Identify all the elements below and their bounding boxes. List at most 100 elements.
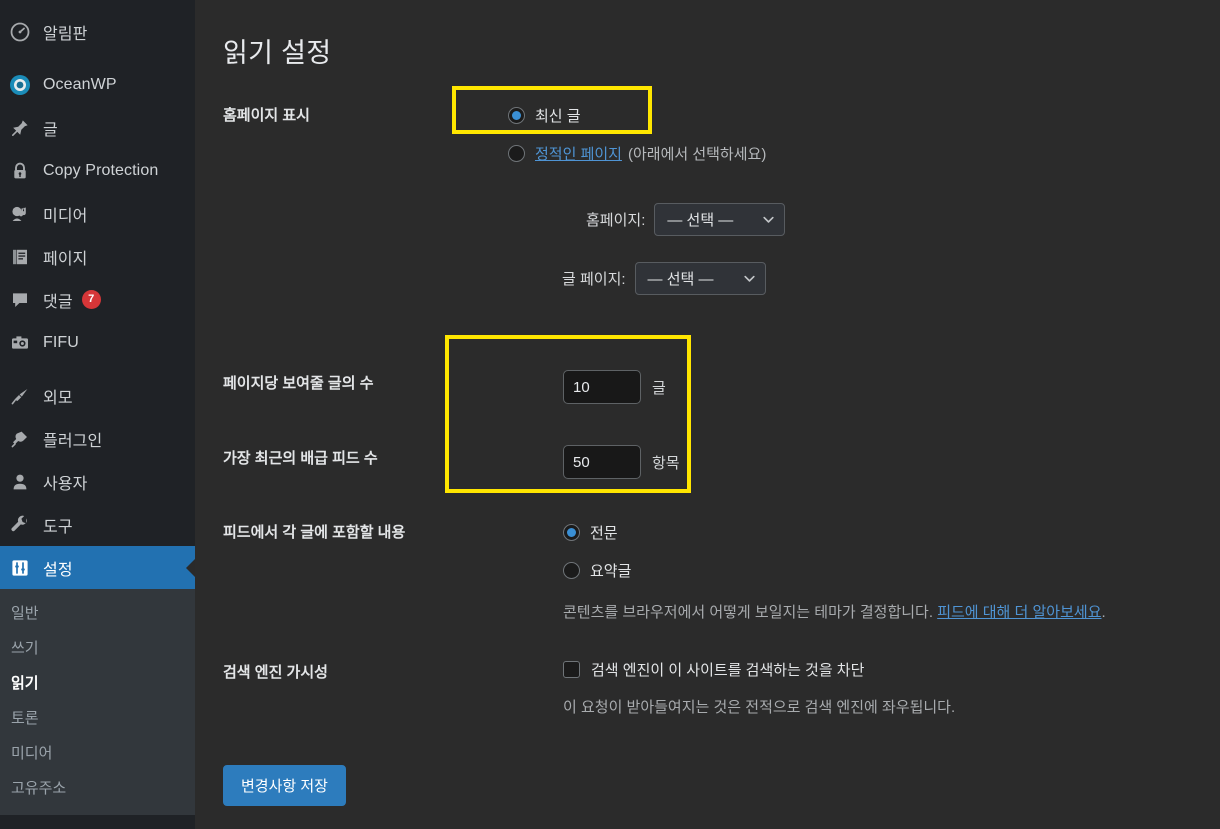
radio-excerpt-label: 요약글 — [590, 562, 632, 580]
discourage-search-label: 검색 엔진이 이 사이트를 검색하는 것을 차단 — [591, 662, 865, 679]
search-visibility-help: 이 요청이 받아들여지는 것은 전적으로 검색 엔진에 좌우됩니다. — [563, 699, 956, 716]
feed-learn-more-link[interactable]: 피드에 대해 더 알아보세요 — [937, 604, 1101, 621]
sidebar-item-label: 알림판 — [43, 25, 88, 43]
radio-full-text[interactable]: 전문 — [563, 519, 1220, 545]
sidebar-item-users[interactable]: 사용자 — [0, 460, 195, 503]
homepage-select-wrap: 홈페이지: — 선택 — — [508, 203, 1220, 236]
static-page-link[interactable]: 정적인 페이지 — [535, 143, 622, 164]
submenu-item-label: 고유주소 — [11, 780, 67, 797]
sidebar-item-media[interactable]: 미디어 — [0, 192, 195, 235]
feed-content-help-period: . — [1101, 604, 1106, 621]
sidebar-item-label: 미디어 — [43, 207, 88, 225]
posts-page-select-body: 글 페이지: — 선택 — — [508, 262, 1220, 295]
sidebar-item-posts[interactable]: 글 — [0, 106, 195, 149]
feed-items-label: 가장 최근의 배급 피드 수 — [223, 450, 378, 467]
search-visibility-label: 검색 엔진 가시성 — [223, 664, 328, 681]
homepage-display-options: 최신 글 정적인 페이지 (아래에서 선택하세요) — [508, 102, 1220, 166]
sidebar-item-settings[interactable]: 설정 — [0, 546, 195, 589]
submenu-item-media[interactable]: 미디어 — [0, 735, 195, 770]
radio-full-text-label: 전문 — [590, 524, 618, 542]
sidebar-item-comments[interactable]: 댓글 7 — [0, 278, 195, 321]
radio-excerpt-input[interactable] — [563, 561, 580, 579]
posts-per-page-label: 페이지당 보여줄 글의 수 — [223, 375, 374, 392]
sidebar-item-label: FIFU — [43, 333, 79, 351]
radio-static-page-input[interactable] — [508, 144, 525, 162]
discourage-search-checkbox[interactable] — [563, 661, 580, 678]
homepage-select-spacer — [223, 203, 508, 236]
feed-content-help-text: 콘텐츠를 브라우저에서 어떻게 보일지는 테마가 결정합니다. — [563, 604, 938, 621]
comments-count-badge: 7 — [81, 290, 101, 309]
sidebar-item-tools[interactable]: 도구 — [0, 503, 195, 546]
save-button-wrap: 변경사항 저장 — [223, 765, 346, 806]
chevron-down-icon — [763, 216, 775, 223]
sidebar-item-plugins[interactable]: 플러그인 — [0, 417, 195, 460]
posts-page-select-value: — 선택 — — [647, 271, 714, 288]
sidebar-item-fifu[interactable]: FIFU — [0, 321, 195, 364]
sidebar-item-pages[interactable]: 페이지 — [0, 235, 195, 278]
search-visibility-row: 검색 엔진 가시성 검색 엔진이 이 사이트를 검색하는 것을 차단 이 요청이… — [223, 659, 1220, 717]
media-icon — [9, 203, 31, 225]
sidebar-item-label: 페이지 — [43, 250, 88, 268]
radio-latest-posts-input[interactable] — [508, 106, 525, 124]
radio-latest-posts[interactable]: 최신 글 — [508, 102, 1220, 128]
radio-latest-posts-label: 최신 글 — [535, 107, 581, 125]
feed-items-body: 항목 — [508, 445, 1220, 479]
posts-page-select-wrap: 글 페이지: — 선택 — — [508, 262, 1220, 295]
sidebar-item-label: 글 — [43, 121, 58, 139]
feed-content-row: 피드에서 각 글에 포함할 내용 전문 요약글 콘텐츠를 브라우저에서 어떻게 … — [223, 519, 1220, 622]
feed-items-unit: 항목 — [652, 454, 680, 472]
posts-per-page-unit: 글 — [652, 379, 666, 397]
feed-items-row: 가장 최근의 배급 피드 수 항목 — [223, 445, 1220, 479]
homepage-select-row: 홈페이지: — 선택 — — [223, 203, 1220, 236]
submenu-item-general[interactable]: 일반 — [0, 595, 195, 630]
sidebar-top-spacer — [0, 0, 195, 10]
submenu-item-reading[interactable]: 읽기 — [0, 665, 195, 700]
submenu-item-label: 쓰기 — [11, 640, 39, 657]
homepage-display-label: 홈페이지 표시 — [223, 107, 310, 124]
camera-icon — [9, 332, 31, 354]
submenu-item-writing[interactable]: 쓰기 — [0, 630, 195, 665]
plugin-icon — [9, 428, 31, 450]
sidebar-separator-2 — [0, 364, 195, 374]
search-visibility-body: 검색 엔진이 이 사이트를 검색하는 것을 차단 이 요청이 받아들여지는 것은… — [508, 659, 1220, 717]
radio-full-text-input[interactable] — [563, 523, 580, 541]
posts-page-select-spacer — [223, 262, 508, 295]
lock-icon — [9, 160, 31, 182]
sidebar-separator-1 — [0, 53, 195, 63]
homepage-select-label: 홈페이지: — [586, 212, 646, 229]
brush-icon — [9, 385, 31, 407]
submenu-item-permalinks[interactable]: 고유주소 — [0, 770, 195, 805]
settings-icon — [9, 557, 31, 579]
dashboard-icon — [9, 21, 31, 43]
discourage-search-checkbox-row[interactable]: 검색 엔진이 이 사이트를 검색하는 것을 차단 — [563, 659, 1220, 680]
feed-content-help: 콘텐츠를 브라우저에서 어떻게 보일지는 테마가 결정합니다. 피드에 대해 더… — [563, 601, 1220, 622]
radio-excerpt[interactable]: 요약글 — [563, 557, 1220, 583]
submenu-item-discussion[interactable]: 토론 — [0, 700, 195, 735]
posts-per-page-row: 페이지당 보여줄 글의 수 글 — [223, 370, 1220, 404]
homepage-select[interactable]: — 선택 — — [654, 203, 786, 236]
feed-content-body: 전문 요약글 콘텐츠를 브라우저에서 어떻게 보일지는 테마가 결정합니다. 피… — [508, 519, 1220, 622]
sidebar-item-label: 설정 — [43, 561, 73, 579]
sidebar-item-dashboard[interactable]: 알림판 — [0, 10, 195, 53]
user-icon — [9, 471, 31, 493]
save-changes-button[interactable]: 변경사항 저장 — [223, 765, 346, 806]
sidebar-item-label: 댓글 — [43, 293, 73, 311]
feed-items-input[interactable] — [563, 445, 641, 479]
sidebar-item-label: OceanWP — [43, 75, 117, 93]
sidebar-item-appearance[interactable]: 외모 — [0, 374, 195, 417]
sidebar-item-copy-protection[interactable]: Copy Protection — [0, 149, 195, 192]
settings-submenu: 일반 쓰기 읽기 토론 미디어 고유주소 — [0, 589, 195, 815]
posts-page-select[interactable]: — 선택 — — [634, 262, 766, 295]
sidebar-item-oceanwp[interactable]: OceanWP — [0, 63, 195, 106]
submenu-item-label: 미디어 — [11, 745, 53, 762]
wordpress-admin-screen: 알림판 OceanWP 글 Copy Protection 미디어 페이지 댓글… — [0, 0, 1220, 829]
posts-page-select-label: 글 페이지: — [562, 271, 626, 288]
wrench-icon — [9, 514, 31, 536]
posts-per-page-input[interactable] — [563, 370, 641, 404]
settings-content: 읽기 설정 홈페이지 표시 최신 글 정적인 페이지 (아래에서 선택하세요) — [195, 0, 1220, 829]
radio-static-page[interactable]: 정적인 페이지 (아래에서 선택하세요) — [508, 140, 1220, 166]
sidebar-item-label: 사용자 — [43, 475, 88, 493]
pin-icon — [9, 117, 31, 139]
sidebar-item-label: 외모 — [43, 389, 73, 407]
submenu-item-label: 토론 — [11, 710, 39, 727]
